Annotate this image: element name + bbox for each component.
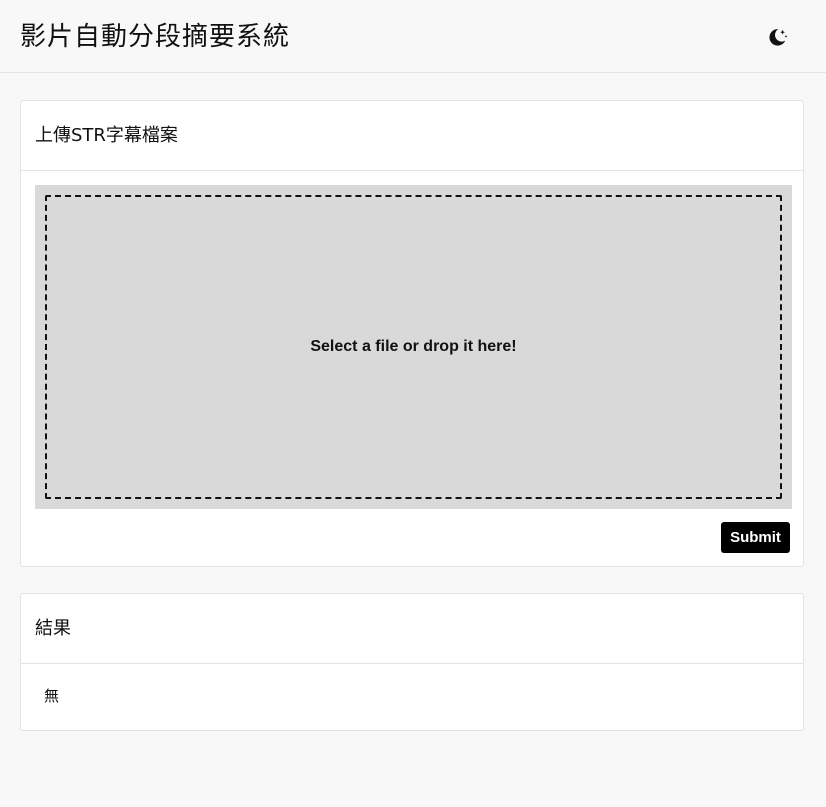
top-bar: 影片自動分段摘要系統 bbox=[0, 0, 826, 73]
upload-card-header: 上傳STR字幕檔案 bbox=[21, 101, 803, 171]
upload-card: 上傳STR字幕檔案 Select a file or drop it here!… bbox=[20, 100, 804, 567]
submit-button[interactable]: Submit bbox=[721, 522, 790, 553]
result-card: 結果 無 bbox=[20, 593, 804, 731]
theme-toggle-button[interactable] bbox=[764, 24, 790, 50]
dropzone-label: Select a file or drop it here! bbox=[310, 338, 517, 355]
moon-stars-icon bbox=[769, 29, 787, 46]
upload-card-title: 上傳STR字幕檔案 bbox=[35, 124, 178, 146]
result-content: 無 bbox=[44, 687, 60, 705]
file-dropzone-area[interactable]: Select a file or drop it here! bbox=[45, 195, 782, 499]
app-title: 影片自動分段摘要系統 bbox=[20, 22, 291, 52]
result-card-header: 結果 bbox=[21, 594, 803, 664]
result-card-title: 結果 bbox=[35, 617, 71, 639]
file-dropzone[interactable]: Select a file or drop it here! bbox=[35, 185, 792, 509]
